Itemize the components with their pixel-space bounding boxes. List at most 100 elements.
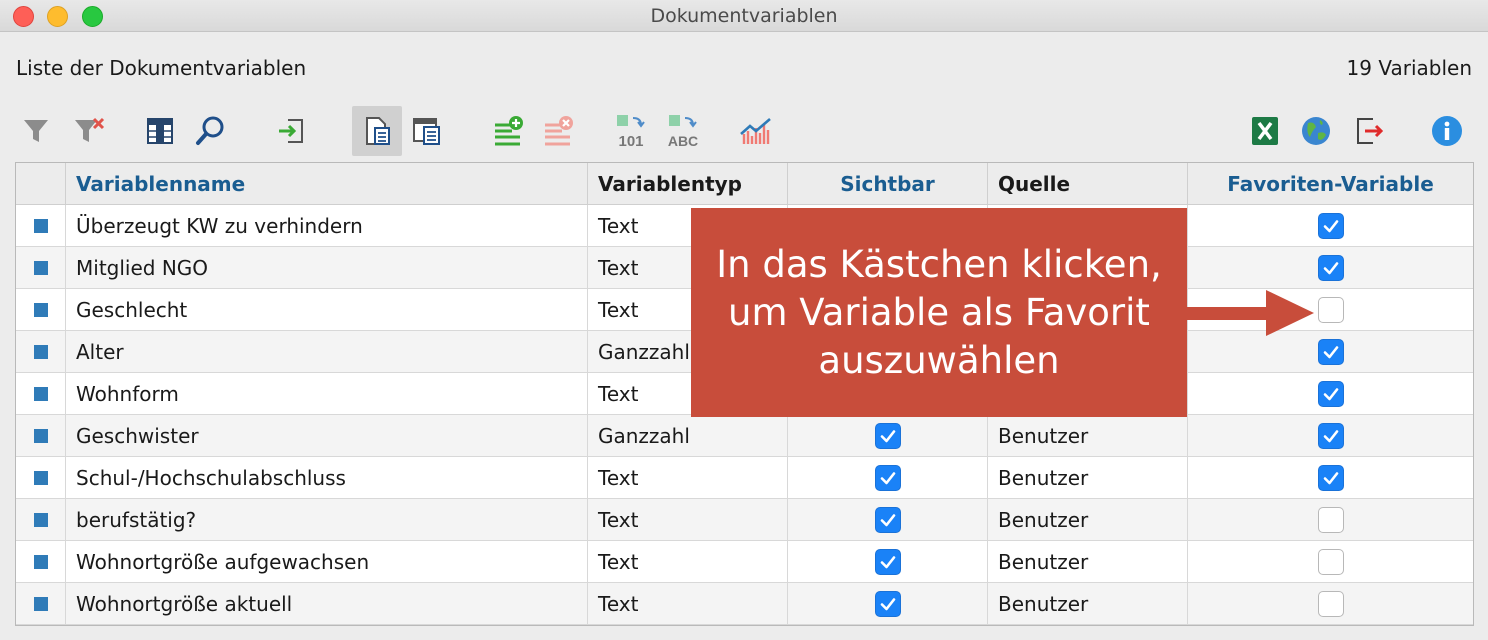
row-marker [16, 247, 66, 289]
favorite-checkbox[interactable] [1317, 423, 1344, 449]
variable-name[interactable]: Wohnform [66, 373, 588, 415]
web-export-button[interactable] [1293, 106, 1339, 156]
visible-cell [788, 457, 988, 499]
convert-to-text-button[interactable]: ABC [660, 106, 706, 156]
table-row[interactable]: Wohnortgröße aufgewachsen Text Benutzer [16, 541, 1473, 583]
row-marker [16, 499, 66, 541]
visible-checkbox[interactable] [874, 465, 901, 491]
row-marker [16, 205, 66, 247]
row-marker [16, 457, 66, 499]
web-export-icon [1302, 117, 1330, 145]
export-button[interactable] [1346, 106, 1392, 156]
convert-number-label: 101 [618, 133, 643, 149]
column-header-type[interactable]: Variablentyp [588, 163, 788, 205]
favorite-checkbox[interactable] [1317, 255, 1344, 281]
table-header: Variablenname Variablentyp Sichtbar Quel… [16, 163, 1473, 205]
convert-to-number-button[interactable]: 101 [608, 106, 654, 156]
statistics-button[interactable] [733, 106, 779, 156]
detail-view-button[interactable] [404, 106, 450, 156]
export-icon [1357, 118, 1384, 144]
variable-marker-icon [33, 345, 48, 359]
table-row[interactable]: Schul-/Hochschulabschluss Text Benutzer [16, 457, 1473, 499]
add-variable-icon [495, 116, 523, 146]
variable-name[interactable]: Wohnortgröße aufgewachsen [66, 541, 588, 583]
favorite-cell [1188, 247, 1473, 289]
variable-source: Benutzer [988, 499, 1188, 541]
columns-button[interactable] [137, 106, 183, 156]
variable-name[interactable]: Geschlecht [66, 289, 588, 331]
search-button[interactable] [188, 106, 234, 156]
variable-count: 19 Variablen [1346, 56, 1472, 80]
variable-type: Text [588, 499, 788, 541]
table-row[interactable]: Geschwister Ganzzahl Benutzer [16, 415, 1473, 457]
convert-text-label: ABC [668, 133, 698, 149]
import-icon [279, 119, 303, 143]
variable-marker-icon [33, 597, 48, 611]
column-marker-header[interactable] [16, 163, 66, 205]
favorite-checkbox[interactable] [1317, 381, 1344, 407]
info-icon [1432, 116, 1462, 146]
favorite-checkbox[interactable] [1317, 549, 1344, 575]
visible-cell [788, 499, 988, 541]
favorite-checkbox[interactable] [1317, 507, 1344, 533]
variable-marker-icon [33, 429, 48, 443]
visible-checkbox[interactable] [874, 507, 901, 533]
title-bar: Dokumentvariablen [0, 0, 1488, 32]
row-marker [16, 289, 66, 331]
favorite-cell [1188, 415, 1473, 457]
variable-name[interactable]: Geschwister [66, 415, 588, 457]
variable-name[interactable]: Überzeugt KW zu verhindern [66, 205, 588, 247]
favorite-checkbox[interactable] [1317, 297, 1344, 323]
variable-source: Benutzer [988, 541, 1188, 583]
variable-marker-icon [33, 261, 48, 275]
variable-type: Ganzzahl [588, 415, 788, 457]
import-button[interactable] [268, 106, 314, 156]
variable-marker-icon [33, 387, 48, 401]
visible-checkbox[interactable] [874, 423, 901, 449]
list-title: Liste der Dokumentvariablen [16, 56, 307, 80]
visible-checkbox[interactable] [874, 591, 901, 617]
column-header-name[interactable]: Variablenname [66, 163, 588, 205]
variable-type: Text [588, 457, 788, 499]
variable-type: Text [588, 541, 788, 583]
clear-filter-icon [75, 117, 105, 142]
variable-marker-icon [33, 555, 48, 569]
filter-button[interactable] [13, 106, 59, 156]
favorite-cell [1188, 205, 1473, 247]
column-header-favorite[interactable]: Favoriten-Variable [1188, 163, 1473, 205]
info-button[interactable] [1424, 106, 1470, 156]
excel-export-button[interactable] [1242, 106, 1288, 156]
delete-variable-button[interactable] [536, 106, 582, 156]
visible-cell [788, 415, 988, 457]
visible-checkbox[interactable] [874, 549, 901, 575]
favorite-checkbox[interactable] [1317, 339, 1344, 365]
variable-name[interactable]: Schul-/Hochschulabschluss [66, 457, 588, 499]
variable-name[interactable]: Wohnortgröße aktuell [66, 583, 588, 625]
callout-arrow-icon [1186, 290, 1314, 336]
variable-name[interactable]: berufstätig? [66, 499, 588, 541]
favorite-checkbox[interactable] [1317, 213, 1344, 239]
variable-type: Text [588, 583, 788, 625]
column-header-visible[interactable]: Sichtbar [788, 163, 988, 205]
add-variable-button[interactable] [486, 106, 532, 156]
favorite-cell [1188, 541, 1473, 583]
variable-source: Benutzer [988, 583, 1188, 625]
visible-cell [788, 541, 988, 583]
column-header-source[interactable]: Quelle [988, 163, 1188, 205]
favorite-checkbox[interactable] [1317, 591, 1344, 617]
variable-name[interactable]: Alter [66, 331, 588, 373]
clear-filter-button[interactable] [66, 106, 112, 156]
favorite-cell [1188, 373, 1473, 415]
search-icon [196, 116, 224, 145]
callout-line-2: um Variable als Favorit [728, 290, 1150, 334]
row-marker [16, 415, 66, 457]
variable-name[interactable]: Mitglied NGO [66, 247, 588, 289]
table-row[interactable]: Wohnortgröße aktuell Text Benutzer [16, 583, 1473, 625]
excel-export-icon [1252, 117, 1278, 145]
list-view-button[interactable] [352, 106, 402, 156]
variable-marker-icon [33, 471, 48, 485]
favorite-checkbox[interactable] [1317, 465, 1344, 491]
row-marker [16, 583, 66, 625]
variable-source: Benutzer [988, 457, 1188, 499]
table-row[interactable]: berufstätig? Text Benutzer [16, 499, 1473, 541]
